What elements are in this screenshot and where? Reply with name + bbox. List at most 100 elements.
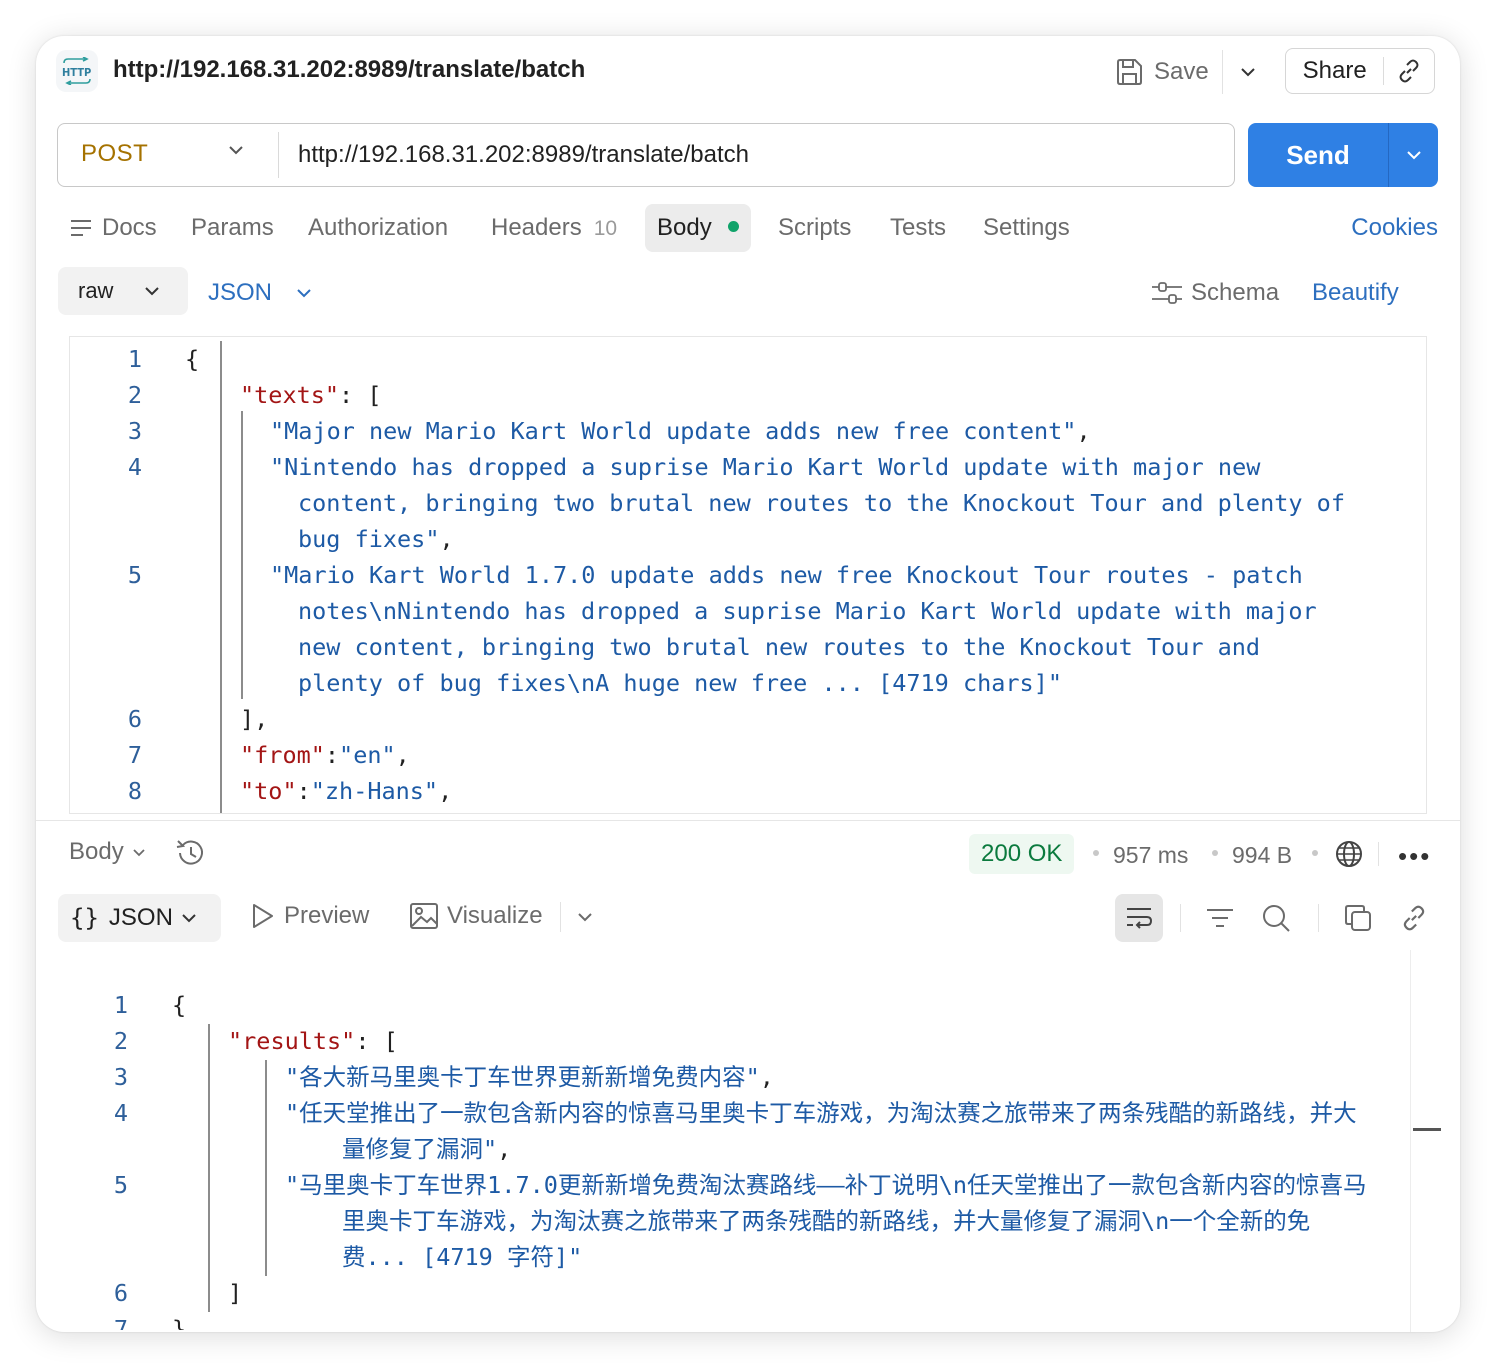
json-punctuation: ] bbox=[228, 1279, 243, 1307]
chevron-down-icon bbox=[133, 848, 145, 856]
link-button[interactable] bbox=[1396, 900, 1432, 936]
tab-docs[interactable]: Docs bbox=[70, 204, 157, 252]
search-button[interactable] bbox=[1258, 900, 1294, 936]
schema-button[interactable]: Schema bbox=[1151, 279, 1279, 307]
json-string: "zh-Hans" bbox=[310, 777, 439, 805]
line-number: 2 bbox=[113, 1027, 129, 1055]
more-icon[interactable]: ••• bbox=[1398, 841, 1431, 872]
method-select[interactable]: POST bbox=[81, 140, 148, 168]
json-string: "Major new Mario Kart World update adds … bbox=[270, 417, 1077, 445]
status-badge[interactable]: 200 OK bbox=[969, 834, 1075, 874]
code-line: 5 "马里奥卡丁车世界1.7.0更新新增免费淘汰赛路线——补丁说明\n任天堂推出了… bbox=[56, 1167, 1376, 1203]
code-text: ] bbox=[228, 1275, 242, 1311]
json-key: "texts" bbox=[240, 381, 340, 409]
visualize-tab[interactable]: Visualize bbox=[409, 902, 543, 930]
visualize-image-icon bbox=[410, 903, 438, 929]
code-text: notes\nNintendo has dropped a suprise Ma… bbox=[298, 593, 1317, 629]
visualize-options-chevron-down-icon[interactable] bbox=[576, 908, 594, 926]
json-string: "马里奥卡丁车世界1.7.0更新新增免费淘汰赛路线——补丁说明\n任天堂推出了一… bbox=[285, 1171, 1367, 1199]
copy-button[interactable] bbox=[1340, 900, 1376, 936]
tab-settings[interactable]: Settings bbox=[983, 204, 1070, 252]
response-time[interactable]: 957 ms bbox=[1113, 842, 1188, 869]
http-badge-text: HTTP bbox=[62, 66, 91, 79]
code-text: } bbox=[172, 1311, 186, 1330]
tab-headers-label: Headers bbox=[491, 214, 582, 241]
tab-docs-label: Docs bbox=[102, 214, 157, 241]
indent-guide bbox=[265, 1060, 267, 1276]
json-punctuation: : [ bbox=[355, 1027, 398, 1055]
chevron-down-icon bbox=[145, 287, 159, 296]
response-scrollbar[interactable] bbox=[1410, 950, 1441, 1332]
history-icon[interactable] bbox=[174, 836, 208, 875]
code-line: 5 "Mario Kart World 1.7.0 update adds new… bbox=[70, 557, 1390, 593]
json-punctuation: : bbox=[324, 741, 340, 769]
preview-play-icon bbox=[253, 904, 273, 928]
body-mode-select[interactable]: raw bbox=[58, 267, 188, 315]
preview-label: Preview bbox=[284, 902, 370, 929]
pane-divider[interactable] bbox=[36, 820, 1460, 821]
code-line: 费... [4719 字符]" bbox=[56, 1239, 1376, 1275]
share-button[interactable]: Share bbox=[1285, 48, 1435, 94]
code-text: ], bbox=[240, 701, 268, 737]
cookies-link[interactable]: Cookies bbox=[1351, 204, 1438, 252]
line-number: 3 bbox=[127, 417, 143, 445]
code-text: { bbox=[185, 341, 199, 377]
tabs-divider bbox=[560, 902, 561, 932]
code-text: new content, bringing two brutal new rou… bbox=[298, 629, 1260, 665]
line-number: 2 bbox=[127, 381, 143, 409]
method-chevron-down-icon[interactable] bbox=[228, 142, 244, 160]
response-body-viewer[interactable]: 1{2 "results": [3 "各大新马里奥卡丁车世界更新新增免费内容", 4 "… bbox=[56, 950, 1440, 1330]
save-label: Save bbox=[1154, 58, 1209, 85]
json-string: "各大新马里奥卡丁车世界更新新增免费内容" bbox=[285, 1063, 760, 1091]
filter-button[interactable] bbox=[1202, 900, 1238, 936]
response-size[interactable]: 994 B bbox=[1232, 842, 1292, 869]
json-punctuation: , bbox=[497, 1135, 512, 1163]
code-text: "Nintendo has dropped a suprise Mario Ka… bbox=[270, 449, 1260, 485]
line-number: 4 bbox=[113, 1099, 129, 1127]
beautify-button[interactable]: Beautify bbox=[1312, 279, 1399, 307]
preview-tab[interactable]: Preview bbox=[250, 902, 369, 930]
code-text: plenty of bug fixes\nA huge new free ...… bbox=[298, 665, 1062, 701]
tab-body[interactable]: Body bbox=[645, 204, 751, 252]
line-number: 1 bbox=[113, 991, 129, 1019]
send-options-chevron-down-icon[interactable] bbox=[1389, 150, 1438, 160]
code-text: { bbox=[172, 987, 186, 1023]
code-line: 6] bbox=[56, 1275, 1376, 1311]
url-input[interactable] bbox=[298, 134, 1198, 176]
braces-icon: {} bbox=[70, 904, 99, 932]
line-number: 5 bbox=[113, 1171, 129, 1199]
http-icon: HTTP bbox=[56, 50, 98, 92]
meta-divider bbox=[1378, 842, 1379, 866]
response-body-select[interactable]: Body bbox=[69, 838, 146, 866]
tab-params[interactable]: Params bbox=[191, 204, 274, 252]
code-text: "Mario Kart World 1.7.0 update adds new … bbox=[270, 557, 1303, 593]
wrap-lines-button[interactable] bbox=[1115, 894, 1163, 942]
tab-scripts[interactable]: Scripts bbox=[778, 204, 851, 252]
save-options-chevron-down-icon[interactable] bbox=[1236, 58, 1260, 86]
code-text: "texts": [ bbox=[240, 377, 382, 413]
body-mode-label: raw bbox=[78, 278, 114, 303]
schema-label: Schema bbox=[1191, 279, 1280, 306]
send-button[interactable]: Send bbox=[1248, 123, 1438, 187]
body-language-select[interactable]: JSON bbox=[208, 279, 312, 307]
save-button[interactable]: Save bbox=[1114, 53, 1209, 91]
tab-headers[interactable]: Headers 10 bbox=[491, 204, 617, 252]
tab-tests[interactable]: Tests bbox=[890, 204, 946, 252]
json-string: plenty of bug fixes\nA huge new free ...… bbox=[298, 669, 1063, 697]
send-label: Send bbox=[1286, 139, 1350, 170]
code-line: 4 "Nintendo has dropped a suprise Mario K… bbox=[70, 449, 1390, 485]
globe-icon[interactable] bbox=[1334, 839, 1364, 874]
json-punctuation: { bbox=[185, 345, 200, 373]
code-line: 3 "Major new Mario Kart World update adds… bbox=[70, 413, 1390, 449]
response-format-select[interactable]: {} JSON bbox=[58, 894, 221, 942]
tab-authorization[interactable]: Authorization bbox=[308, 204, 448, 252]
json-string: content, bringing two brutal new routes … bbox=[298, 489, 1345, 517]
link-icon[interactable] bbox=[1384, 58, 1434, 84]
request-body-editor[interactable]: 1{2 "texts": [3 "Major new Mario Kart Worl… bbox=[69, 336, 1427, 814]
visualize-label: Visualize bbox=[447, 902, 543, 929]
code-line: 3 "各大新马里奥卡丁车世界更新新增免费内容", bbox=[56, 1059, 1376, 1095]
code-text: "各大新马里奥卡丁车世界更新新增免费内容", bbox=[285, 1059, 774, 1095]
chevron-down-icon bbox=[297, 289, 311, 298]
code-text: "任天堂推出了一款包含新内容的惊喜马里奥卡丁车游戏，为淘汰赛之旅带来了两条残酷的… bbox=[285, 1095, 1357, 1131]
title-bar: HTTP http://192.168.31.202:8989/translat… bbox=[36, 36, 1460, 108]
